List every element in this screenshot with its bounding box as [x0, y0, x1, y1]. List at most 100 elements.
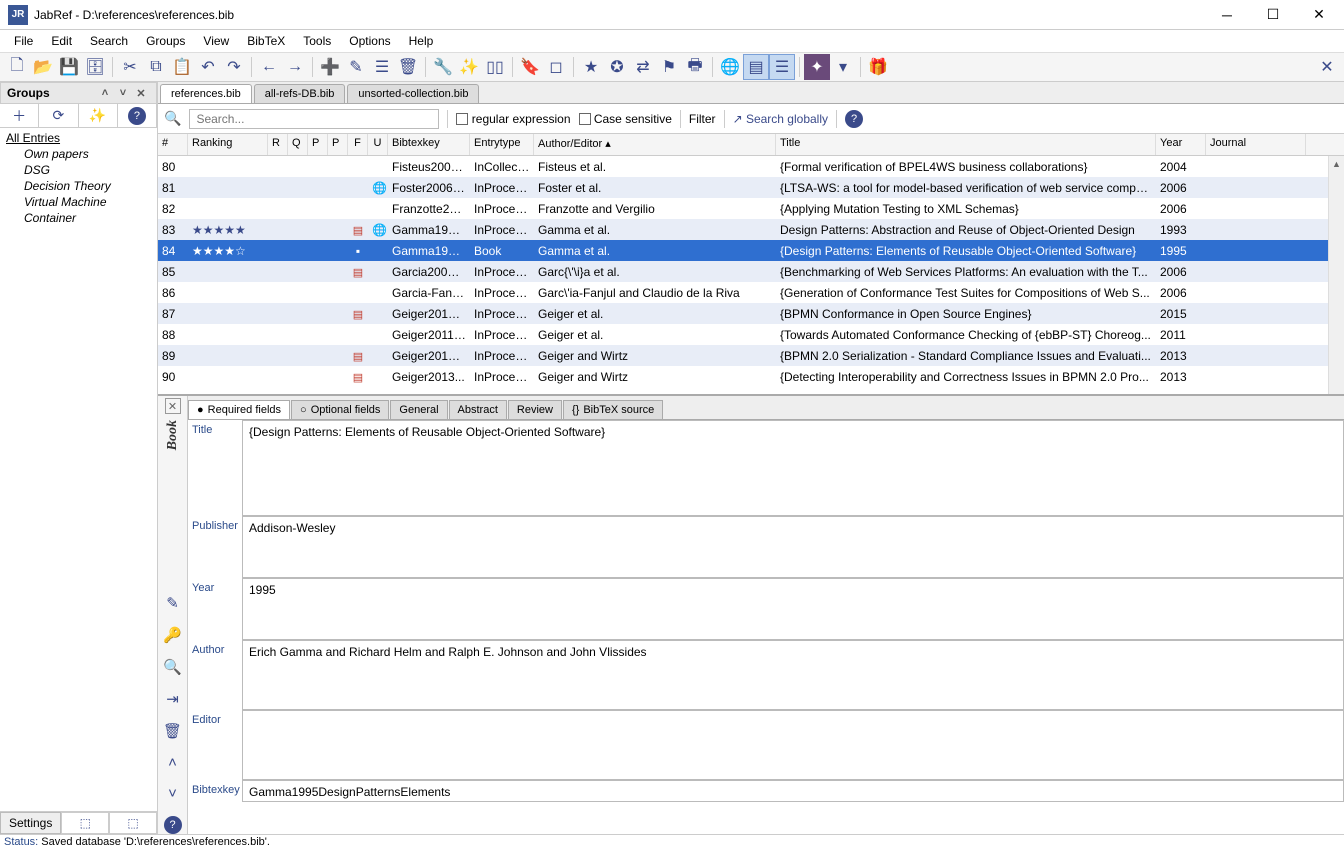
col-year[interactable]: Year	[1156, 134, 1206, 155]
highlight-icon[interactable]: ✦	[804, 54, 830, 80]
zoom-icon[interactable]: 🔍	[163, 658, 182, 676]
new-file-icon[interactable]: 🗋	[4, 54, 30, 80]
editor-tab[interactable]: Review	[508, 400, 562, 419]
gift-icon[interactable]: 🎁	[865, 54, 891, 80]
search-input[interactable]	[189, 109, 439, 129]
settings-button[interactable]: Settings	[0, 812, 61, 834]
print-icon[interactable]: 🖶	[682, 54, 708, 80]
menu-edit[interactable]: Edit	[43, 32, 80, 50]
close-button[interactable]: ✕	[1296, 0, 1342, 30]
delete-icon[interactable]: 🗑	[395, 54, 421, 80]
share-icon[interactable]: ⇄	[630, 54, 656, 80]
tree-root[interactable]: All Entries	[4, 130, 153, 146]
field-author[interactable]: Erich Gamma and Richard Helm and Ralph E…	[242, 640, 1344, 710]
save-icon[interactable]: 💾	[56, 54, 82, 80]
table-row[interactable]: 82Franzotte200...InProcee...Franzotte an…	[158, 198, 1344, 219]
table-row[interactable]: 85▤Garcia2006B...InProcee...Garc{\'\i}a …	[158, 261, 1344, 282]
forward-icon[interactable]: →	[282, 54, 308, 80]
exit-icon[interactable]: ⇥	[166, 690, 179, 708]
table-row[interactable]: 90▤Geiger2013...InProcee...Geiger and Wi…	[158, 366, 1344, 387]
editor-tab[interactable]: ○Optional fields	[291, 400, 389, 419]
copy-icon[interactable]: ⧉	[143, 54, 169, 80]
redo-icon[interactable]: ↷	[221, 54, 247, 80]
close-tab-icon[interactable]: ✕	[1314, 54, 1340, 80]
col-bibtexkey[interactable]: Bibtexkey	[388, 134, 470, 155]
col-p[interactable]: P	[308, 134, 328, 155]
maximize-button[interactable]: ☐	[1250, 0, 1296, 30]
editor-tab[interactable]: ●Required fields	[188, 400, 290, 419]
key-icon[interactable]: 🔑	[163, 626, 182, 644]
editor-close-button[interactable]: ✕	[165, 398, 181, 414]
flag-icon[interactable]: ⚑	[656, 54, 682, 80]
col-u[interactable]: U	[368, 134, 388, 155]
move-up-icon[interactable]: ⬚	[61, 812, 109, 834]
edit-entry-icon[interactable]: ✎	[343, 54, 369, 80]
search-globally-link[interactable]: ↗ Search globally	[733, 112, 828, 126]
editor-tab[interactable]: Abstract	[449, 400, 507, 419]
add-group-button[interactable]: ＋	[0, 104, 39, 127]
wand-icon[interactable]: ✨	[456, 54, 482, 80]
edit-icon[interactable]: ✎	[166, 594, 179, 612]
trash-icon[interactable]: 🗑	[163, 722, 182, 740]
table-row[interactable]: 83★★★★★▤🌐Gamma1993...InProcee...Gamma et…	[158, 219, 1344, 240]
field-publisher[interactable]: Addison-Wesley	[242, 516, 1344, 578]
tree-item[interactable]: Virtual Machine	[4, 194, 153, 210]
minimize-button[interactable]: ─	[1204, 0, 1250, 30]
tree-item[interactable]: DSG	[4, 162, 153, 178]
bookmark-outline-icon[interactable]: ◻	[543, 54, 569, 80]
field-title[interactable]: {Design Patterns: Elements of Reusable O…	[242, 420, 1344, 516]
table-row[interactable]: 81🌐Foster2006L...InProcee...Foster et al…	[158, 177, 1344, 198]
col-entrytype[interactable]: Entrytype	[470, 134, 534, 155]
auto-group-button[interactable]: ✨	[79, 104, 118, 127]
prev-icon[interactable]: ˄	[168, 754, 177, 771]
col-r[interactable]: R	[268, 134, 288, 155]
col-journal[interactable]: Journal	[1206, 134, 1306, 155]
collapse-up-icon[interactable]: ˄	[96, 87, 114, 99]
regex-checkbox[interactable]: regular expression	[456, 112, 570, 126]
expand-down-icon[interactable]: ˅	[114, 87, 132, 99]
field-bibtexkey[interactable]: Gamma1995DesignPatternsElements	[242, 780, 1344, 802]
columns-icon[interactable]: ▯▯	[482, 54, 508, 80]
case-checkbox[interactable]: Case sensitive	[579, 112, 672, 126]
menu-groups[interactable]: Groups	[138, 32, 193, 50]
close-panel-icon[interactable]: ✕	[132, 87, 150, 100]
list-view-icon[interactable]: ☰	[769, 54, 795, 80]
scrollbar[interactable]: ▲	[1328, 156, 1344, 394]
menu-tools[interactable]: Tools	[295, 32, 339, 50]
key-icon[interactable]: 🔧	[430, 54, 456, 80]
refresh-groups-button[interactable]: ⟳	[39, 104, 78, 127]
paste-icon[interactable]: 📋	[169, 54, 195, 80]
col-f[interactable]: F	[348, 134, 368, 155]
col-author[interactable]: Author/Editor ▴	[534, 134, 776, 155]
file-tab[interactable]: all-refs-DB.bib	[254, 84, 346, 103]
search-icon[interactable]: 🔍	[164, 110, 181, 127]
editor-help-icon[interactable]: ?	[164, 816, 182, 834]
star-outline-icon[interactable]: ✪	[604, 54, 630, 80]
next-icon[interactable]: ˅	[168, 785, 177, 802]
bookmark-icon[interactable]: 🔖	[517, 54, 543, 80]
dropdown-icon[interactable]: ▾	[830, 54, 856, 80]
save-all-icon[interactable]: 🗄	[82, 54, 108, 80]
file-tab[interactable]: unsorted-collection.bib	[347, 84, 479, 103]
col-title[interactable]: Title	[776, 134, 1156, 155]
menu-search[interactable]: Search	[82, 32, 136, 50]
globe-icon[interactable]: 🌐	[717, 54, 743, 80]
table-row[interactable]: 84★★★★☆▪Gamma1995...BookGamma et al.{Des…	[158, 240, 1344, 261]
scroll-up-icon[interactable]: ▲	[1329, 156, 1344, 172]
new-entry-icon[interactable]: ➕	[317, 54, 343, 80]
tree-item[interactable]: Own papers	[4, 146, 153, 162]
field-editor[interactable]	[242, 710, 1344, 780]
open-folder-icon[interactable]: 📂	[30, 54, 56, 80]
file-tab[interactable]: references.bib	[160, 84, 252, 103]
tree-item[interactable]: Container	[4, 210, 153, 226]
search-help-icon[interactable]: ?	[845, 110, 863, 128]
table-row[interactable]: 88Geiger2011T...InProcee...Geiger et al.…	[158, 324, 1344, 345]
col-p2[interactable]: P	[328, 134, 348, 155]
menu-view[interactable]: View	[195, 32, 237, 50]
table-row[interactable]: 86Garcia-Fanju...InProcee...Garc\'ia-Fan…	[158, 282, 1344, 303]
back-icon[interactable]: ←	[256, 54, 282, 80]
menu-help[interactable]: Help	[401, 32, 442, 50]
entry-list-icon[interactable]: ☰	[369, 54, 395, 80]
table-row[interactable]: 89▤Geiger2013B...InProcee...Geiger and W…	[158, 345, 1344, 366]
col-ranking[interactable]: Ranking	[188, 134, 268, 155]
